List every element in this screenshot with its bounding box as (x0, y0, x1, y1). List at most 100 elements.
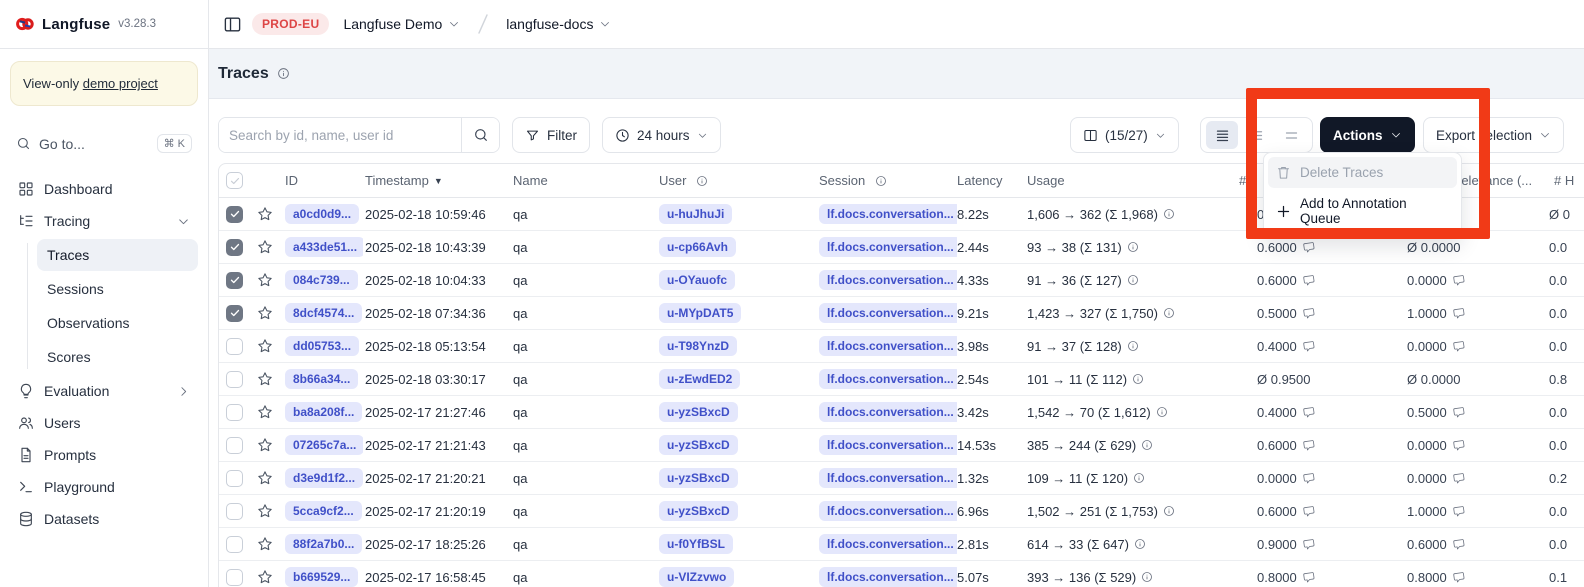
star-icon[interactable] (257, 338, 273, 354)
user-badge[interactable]: u-yzSBxcD (659, 435, 738, 455)
column-header-latency[interactable]: Latency (957, 164, 1003, 197)
trace-id-badge[interactable]: a433de51... (285, 237, 363, 257)
star-icon[interactable] (257, 569, 273, 585)
user-badge[interactable]: u-zEwdED2 (659, 369, 740, 389)
search-input[interactable] (219, 118, 461, 152)
select-all-checkbox[interactable] (226, 172, 243, 189)
table-row[interactable]: 5cca9cf2...2025-02-17 21:20:19qau-yzSBxc… (219, 495, 1584, 528)
star-icon[interactable] (257, 503, 273, 519)
column-header-usage[interactable]: Usage (1027, 164, 1065, 197)
menu-item-delete-traces[interactable]: Delete Traces (1268, 157, 1457, 188)
user-badge[interactable]: u-OYauofc (659, 270, 735, 290)
table-row[interactable]: 084c739...2025-02-18 10:04:33qau-OYauofc… (219, 264, 1584, 297)
session-badge[interactable]: lf.docs.conversation... (819, 435, 957, 455)
actions-button[interactable]: Actions (1320, 117, 1415, 153)
column-header-session[interactable]: Session (819, 164, 887, 197)
column-header-timestamp[interactable]: Timestamp▼ (365, 164, 443, 197)
sidebar-item-dashboard[interactable]: Dashboard (10, 173, 198, 205)
menu-item-add-to-annotation-queue[interactable]: Add to Annotation Queue (1268, 188, 1457, 234)
row-height-small-button[interactable] (1206, 121, 1238, 149)
goto-search[interactable]: Go to... ⌘ K (10, 128, 198, 159)
table-row[interactable]: 8dcf4574...2025-02-18 07:34:36qau-MYpDAT… (219, 297, 1584, 330)
sidebar-item-traces[interactable]: Traces (37, 239, 198, 271)
column-header-relevance[interactable]: relevance (... (1457, 164, 1532, 197)
sidebar-item-playground[interactable]: Playground (10, 471, 198, 503)
session-badge[interactable]: lf.docs.conversation... (819, 402, 957, 422)
org-selector[interactable]: Langfuse Demo (339, 12, 464, 36)
star-icon[interactable] (257, 371, 273, 387)
sidebar-item-sessions[interactable]: Sessions (37, 273, 198, 305)
sidebar-toggle-icon[interactable] (223, 15, 242, 34)
sidebar-item-evaluation[interactable]: Evaluation (10, 375, 198, 407)
user-badge[interactable]: u-f0YfBSL (659, 534, 733, 554)
sidebar-item-scores[interactable]: Scores (37, 341, 198, 373)
table-row[interactable]: d3e9d1f2...2025-02-17 21:20:21qau-yzSBxc… (219, 462, 1584, 495)
row-checkbox[interactable] (226, 437, 243, 454)
table-row[interactable]: dd05753...2025-02-18 05:13:54qau-T98YnzD… (219, 330, 1584, 363)
sidebar-item-observations[interactable]: Observations (37, 307, 198, 339)
session-badge[interactable]: lf.docs.conversation... (819, 204, 957, 224)
demo-project-link[interactable]: demo project (83, 76, 158, 91)
row-checkbox[interactable] (226, 371, 243, 388)
table-row[interactable]: 07265c7a...2025-02-17 21:21:43qau-yzSBxc… (219, 429, 1584, 462)
user-badge[interactable]: u-VIZzvwo (659, 567, 734, 587)
trace-id-badge[interactable]: d3e9d1f2... (285, 468, 363, 488)
row-checkbox-checked[interactable] (226, 305, 243, 322)
search-submit-icon[interactable] (461, 118, 499, 152)
star-icon[interactable] (257, 305, 273, 321)
session-badge[interactable]: lf.docs.conversation... (819, 534, 957, 554)
column-header-hidden-fragment[interactable]: # (1239, 164, 1246, 197)
user-badge[interactable]: u-yzSBxcD (659, 501, 738, 521)
star-icon[interactable] (257, 470, 273, 486)
session-badge[interactable]: lf.docs.conversation... (819, 369, 957, 389)
user-badge[interactable]: u-cp66Avh (659, 237, 736, 257)
table-row[interactable]: ba8a208f...2025-02-17 21:27:46qau-yzSBxc… (219, 396, 1584, 429)
session-badge[interactable]: lf.docs.conversation... (819, 468, 957, 488)
sidebar-item-datasets[interactable]: Datasets (10, 503, 198, 535)
row-checkbox-checked[interactable] (226, 272, 243, 289)
trace-id-badge[interactable]: 88f2a7b0... (285, 534, 362, 554)
star-icon[interactable] (257, 437, 273, 453)
row-checkbox[interactable] (226, 338, 243, 355)
table-row[interactable]: 88f2a7b0...2025-02-17 18:25:26qau-f0YfBS… (219, 528, 1584, 561)
user-badge[interactable]: u-yzSBxcD (659, 468, 738, 488)
session-badge[interactable]: lf.docs.conversation... (819, 501, 957, 521)
star-icon[interactable] (257, 272, 273, 288)
user-badge[interactable]: u-T98YnzD (659, 336, 737, 356)
star-icon[interactable] (257, 536, 273, 552)
column-header-id[interactable]: ID (285, 164, 298, 197)
session-badge[interactable]: lf.docs.conversation... (819, 237, 957, 257)
trace-id-badge[interactable]: b669529... (285, 567, 358, 587)
trace-id-badge[interactable]: 084c739... (285, 270, 358, 290)
select-all-checkbox[interactable] (226, 164, 243, 197)
time-range-button[interactable]: 24 hours (602, 117, 721, 153)
sidebar-item-prompts[interactable]: Prompts (10, 439, 198, 471)
trace-id-badge[interactable]: 8dcf4574... (285, 303, 362, 323)
filter-button[interactable]: Filter (512, 117, 590, 153)
star-icon[interactable] (257, 404, 273, 420)
row-checkbox[interactable] (226, 404, 243, 421)
table-row[interactable]: 8b66a34...2025-02-18 03:30:17qau-zEwdED2… (219, 363, 1584, 396)
row-checkbox[interactable] (226, 470, 243, 487)
session-badge[interactable]: lf.docs.conversation... (819, 336, 957, 356)
column-header-name[interactable]: Name (513, 164, 548, 197)
row-checkbox-checked[interactable] (226, 206, 243, 223)
column-header-user[interactable]: User (659, 164, 708, 197)
trace-id-badge[interactable]: a0cd0d9... (285, 204, 359, 224)
trace-id-badge[interactable]: dd05753... (285, 336, 359, 356)
row-checkbox[interactable] (226, 569, 243, 586)
trace-id-badge[interactable]: ba8a208f... (285, 402, 362, 422)
row-height-large-button[interactable] (1275, 121, 1307, 149)
session-badge[interactable]: lf.docs.conversation... (819, 567, 957, 587)
user-badge[interactable]: u-yzSBxcD (659, 402, 738, 422)
trace-id-badge[interactable]: 8b66a34... (285, 369, 358, 389)
user-badge[interactable]: u-huJhuJi (659, 204, 732, 224)
star-icon[interactable] (257, 206, 273, 222)
sidebar-item-users[interactable]: Users (10, 407, 198, 439)
user-badge[interactable]: u-MYpDAT5 (659, 303, 741, 323)
column-selector-button[interactable]: (15/27) (1070, 117, 1179, 153)
column-header-count-fragment[interactable]: # H (1554, 164, 1574, 197)
project-selector[interactable]: langfuse-docs (502, 12, 615, 36)
table-row[interactable]: b669529...2025-02-17 16:58:45qau-VIZzvwo… (219, 561, 1584, 587)
export-selection-button[interactable]: Export selection (1423, 117, 1564, 153)
